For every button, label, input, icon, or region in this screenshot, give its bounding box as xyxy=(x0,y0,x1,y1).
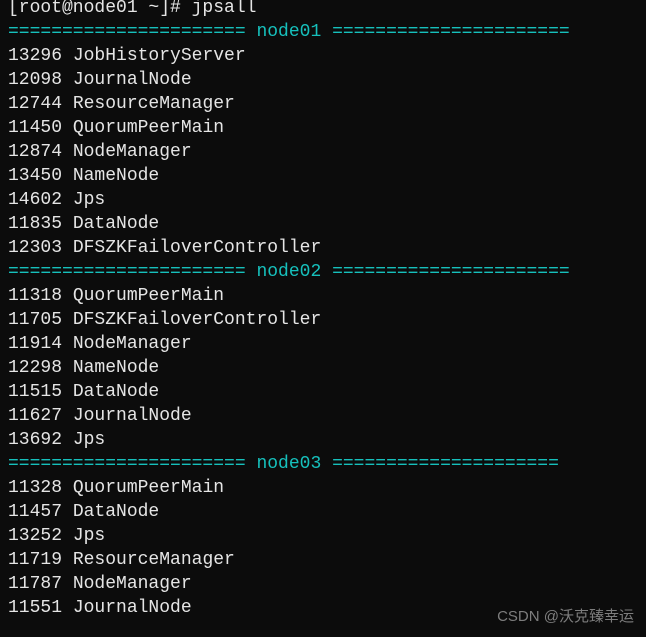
process-line: 12298 NameNode xyxy=(8,356,638,380)
process-name: ResourceManager xyxy=(62,550,235,570)
process-name: DFSZKFailoverController xyxy=(62,310,321,330)
process-line: 13296 JobHistoryServer xyxy=(8,44,638,68)
process-pid: 11318 xyxy=(8,286,62,306)
process-pid: 13450 xyxy=(8,166,62,186)
process-pid: 12874 xyxy=(8,142,62,162)
terminal-output: ====================== node01 ==========… xyxy=(8,20,638,620)
process-name: QuorumPeerMain xyxy=(62,118,224,138)
process-pid: 12098 xyxy=(8,70,62,90)
process-pid: 11450 xyxy=(8,118,62,138)
process-line: 13692 Jps xyxy=(8,428,638,452)
node-divider-node02: ====================== node02 ==========… xyxy=(8,260,638,284)
process-line: 11719 ResourceManager xyxy=(8,548,638,572)
process-name: JournalNode xyxy=(62,598,192,618)
process-pid: 11719 xyxy=(8,550,62,570)
shell-prompt-line: [root@node01 ~]# jpsall xyxy=(8,0,638,20)
process-name: NodeManager xyxy=(62,574,192,594)
process-pid: 11515 xyxy=(8,382,62,402)
process-line: 11705 DFSZKFailoverController xyxy=(8,308,638,332)
process-pid: 12298 xyxy=(8,358,62,378)
process-pid: 13692 xyxy=(8,430,62,450)
process-line: 12874 NodeManager xyxy=(8,140,638,164)
process-line: 11318 QuorumPeerMain xyxy=(8,284,638,308)
node-name: node01 xyxy=(246,22,332,42)
divider-right: ====================== xyxy=(332,22,570,42)
node-name: node02 xyxy=(246,262,332,282)
divider-right: ===================== xyxy=(332,454,559,474)
process-pid: 11705 xyxy=(8,310,62,330)
process-name: NodeManager xyxy=(62,334,192,354)
process-line: 11328 QuorumPeerMain xyxy=(8,476,638,500)
process-pid: 14602 xyxy=(8,190,62,210)
divider-right: ====================== xyxy=(332,262,570,282)
process-line: 11787 NodeManager xyxy=(8,572,638,596)
process-pid: 11328 xyxy=(8,478,62,498)
process-line: 11450 QuorumPeerMain xyxy=(8,116,638,140)
process-line: 11515 DataNode xyxy=(8,380,638,404)
process-line: 12098 JournalNode xyxy=(8,68,638,92)
process-pid: 12303 xyxy=(8,238,62,258)
process-line: 14602 Jps xyxy=(8,188,638,212)
process-line: 11835 DataNode xyxy=(8,212,638,236)
prompt-text: [root@node01 ~]# jpsall xyxy=(8,0,256,18)
process-name: JournalNode xyxy=(62,70,192,90)
process-line: 12303 DFSZKFailoverController xyxy=(8,236,638,260)
process-pid: 12744 xyxy=(8,94,62,114)
divider-left: ====================== xyxy=(8,454,246,474)
process-line: 11457 DataNode xyxy=(8,500,638,524)
node-divider-node03: ====================== node03 ==========… xyxy=(8,452,638,476)
process-pid: 11551 xyxy=(8,598,62,618)
process-line: 11627 JournalNode xyxy=(8,404,638,428)
process-pid: 11914 xyxy=(8,334,62,354)
divider-left: ====================== xyxy=(8,262,246,282)
watermark-text: CSDN @沃克臻幸运 xyxy=(497,605,634,629)
process-name: DataNode xyxy=(62,382,159,402)
process-name: Jps xyxy=(62,526,105,546)
process-line: 13450 NameNode xyxy=(8,164,638,188)
process-name: QuorumPeerMain xyxy=(62,478,224,498)
divider-left: ====================== xyxy=(8,22,246,42)
process-line: 13252 Jps xyxy=(8,524,638,548)
process-pid: 13252 xyxy=(8,526,62,546)
process-name: DFSZKFailoverController xyxy=(62,238,321,258)
process-pid: 11835 xyxy=(8,214,62,234)
process-pid: 11787 xyxy=(8,574,62,594)
process-name: Jps xyxy=(62,190,105,210)
process-pid: 11457 xyxy=(8,502,62,522)
process-pid: 13296 xyxy=(8,46,62,66)
process-line: 12744 ResourceManager xyxy=(8,92,638,116)
process-name: JobHistoryServer xyxy=(62,46,246,66)
process-name: NameNode xyxy=(62,166,159,186)
process-pid: 11627 xyxy=(8,406,62,426)
process-name: NodeManager xyxy=(62,142,192,162)
node-name: node03 xyxy=(246,454,332,474)
process-line: 11914 NodeManager xyxy=(8,332,638,356)
process-name: ResourceManager xyxy=(62,94,235,114)
process-name: QuorumPeerMain xyxy=(62,286,224,306)
process-name: DataNode xyxy=(62,214,159,234)
process-name: Jps xyxy=(62,430,105,450)
process-name: NameNode xyxy=(62,358,159,378)
node-divider-node01: ====================== node01 ==========… xyxy=(8,20,638,44)
process-name: DataNode xyxy=(62,502,159,522)
process-name: JournalNode xyxy=(62,406,192,426)
